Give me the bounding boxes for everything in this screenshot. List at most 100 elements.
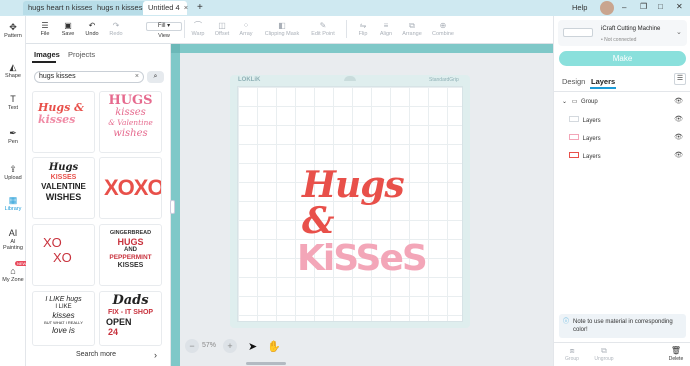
clipping-mask-button[interactable]: ◧ Clipping Mask bbox=[262, 21, 302, 37]
layer-row[interactable]: Layers bbox=[569, 134, 601, 142]
text-icon: T bbox=[10, 94, 16, 104]
rail-pattern[interactable]: ✥ Pattern bbox=[0, 22, 26, 39]
zoom-in-button[interactable]: + bbox=[223, 339, 237, 353]
fill-select[interactable]: Fill ▾ bbox=[146, 22, 182, 31]
zoom-level: 57% bbox=[202, 342, 217, 349]
maximize-icon[interactable]: □ bbox=[658, 2, 663, 11]
menu-icon: ☰ bbox=[41, 21, 49, 30]
horizontal-scrollbar[interactable] bbox=[246, 362, 286, 365]
machine-selector[interactable]: iCraft Cutting Machine • Not connected ⌄ bbox=[558, 20, 687, 46]
group-icon: ⧈ bbox=[569, 346, 575, 355]
title-bar: hugs heart n kisses hugs n kisses Untitl… bbox=[0, 0, 690, 16]
help-link[interactable]: Help bbox=[572, 3, 587, 12]
my-zone-icon: ⌂ bbox=[10, 266, 16, 276]
rail-shape[interactable]: ◭ Shape bbox=[0, 62, 26, 79]
view-button[interactable]: View bbox=[156, 33, 172, 39]
library-panel: Images Projects hugs kisses × ⌕ Hugs & ki… bbox=[26, 44, 171, 366]
visibility-eye-icon[interactable]: 👁 bbox=[674, 133, 683, 141]
restore-icon[interactable]: ❐ bbox=[640, 2, 647, 11]
avatar[interactable] bbox=[600, 1, 614, 15]
select-arrow-icon[interactable]: ➤ bbox=[248, 340, 257, 353]
arrange-icon: ⧉ bbox=[409, 21, 415, 30]
library-card[interactable]: Dads FIX - IT SHOP OPEN 24 bbox=[99, 291, 162, 346]
design-group[interactable]: Hugs & KiSSeS bbox=[297, 167, 428, 279]
rail-ai-painting[interactable]: AI AI Painting bbox=[0, 228, 26, 251]
tab-hugs-heart-n-kisses[interactable]: hugs heart n kisses bbox=[23, 1, 98, 15]
rail-my-zone[interactable]: ⌂ My Zone bbox=[0, 266, 26, 283]
tab-layers[interactable]: Layers bbox=[591, 77, 615, 86]
machine-name: iCraft Cutting Machine bbox=[601, 26, 661, 32]
left-rail: ✥ Pattern ◭ Shape T Text ✒ Pen ⇪ Upload ▦ Libr… bbox=[0, 16, 29, 366]
tab-untitled-4[interactable]: Untitled 4 × bbox=[143, 1, 188, 15]
delete-button[interactable]: 🗑 Delete bbox=[666, 346, 686, 362]
design-hugs-text[interactable]: Hugs & bbox=[297, 167, 417, 239]
minimize-icon[interactable]: – bbox=[622, 3, 626, 12]
visibility-eye-icon[interactable]: 👁 bbox=[674, 151, 683, 159]
design-kisses-text[interactable]: KiSSeS bbox=[297, 239, 428, 279]
chevron-down-icon: ⌄ bbox=[676, 29, 682, 36]
tab-hugs-n-kisses[interactable]: hugs n kisses bbox=[92, 1, 148, 15]
close-window-icon[interactable]: ✕ bbox=[676, 2, 683, 11]
tab-design[interactable]: Design bbox=[562, 77, 585, 86]
rail-text[interactable]: T Text bbox=[0, 94, 26, 111]
search-input[interactable]: hugs kisses × bbox=[34, 71, 144, 83]
library-card[interactable]: GINGERBREAD HUGS AND PEPPERMINT KISSES bbox=[99, 224, 162, 286]
layer-group-row[interactable]: ⌄ ▭ Group bbox=[562, 98, 598, 105]
rail-pen[interactable]: ✒ Pen bbox=[0, 128, 26, 145]
mat-handle bbox=[344, 76, 356, 81]
undo-button[interactable]: ↶ Undo bbox=[85, 21, 99, 37]
library-card[interactable]: Hugs & kisses bbox=[32, 91, 95, 153]
pan-hand-icon[interactable]: ✋ bbox=[267, 340, 281, 353]
library-card[interactable]: HUGS kisses & Valentine wishes bbox=[99, 91, 162, 153]
chevron-right-icon[interactable]: › bbox=[154, 346, 157, 364]
edit-point-button[interactable]: ✎ Edit Point bbox=[308, 21, 338, 37]
panel-collapse-handle[interactable] bbox=[170, 200, 175, 214]
tab-close-icon[interactable]: × bbox=[184, 3, 188, 12]
warp-button[interactable]: ⌒ Warp bbox=[190, 21, 206, 37]
redo-icon: ↷ bbox=[112, 21, 120, 30]
flip-icon: ⇋ bbox=[359, 21, 367, 30]
align-button[interactable]: ≡ Align bbox=[378, 21, 394, 37]
trash-icon: 🗑 bbox=[670, 346, 682, 355]
info-icon: ⓘ bbox=[563, 319, 570, 325]
upload-icon: ⇪ bbox=[9, 164, 17, 174]
save-button[interactable]: ▣ Save bbox=[61, 21, 75, 37]
arrange-button[interactable]: ⧉ Arrange bbox=[400, 21, 424, 37]
group-button[interactable]: ⧈ Group bbox=[562, 346, 582, 362]
tab-projects[interactable]: Projects bbox=[68, 50, 95, 59]
redo-button[interactable]: ↷ Redo bbox=[109, 21, 123, 37]
layer-row[interactable]: Layers bbox=[569, 116, 601, 124]
rail-library[interactable]: ▦ Library bbox=[0, 195, 26, 212]
search-more-bar[interactable]: Search more › bbox=[26, 346, 171, 364]
visibility-eye-icon[interactable]: 👁 bbox=[674, 97, 683, 105]
library-card[interactable]: I LIKE hugs I LIKE kisses BUT WHAT I REA… bbox=[32, 291, 95, 346]
undo-icon: ↶ bbox=[88, 21, 96, 30]
library-card[interactable]: XO XO bbox=[32, 224, 95, 286]
layer-actions: ⧈ Group ⧉ Ungroup 🗑 Delete bbox=[554, 342, 690, 366]
ruler-top bbox=[171, 44, 553, 53]
search-button[interactable]: ⌕ bbox=[147, 71, 164, 83]
search-more-link[interactable]: Search more bbox=[76, 346, 116, 364]
file-button[interactable]: ☰ File bbox=[38, 21, 52, 37]
clear-search-icon[interactable]: × bbox=[135, 72, 139, 82]
rail-upload[interactable]: ⇪ Upload bbox=[0, 164, 26, 181]
visibility-eye-icon[interactable]: 👁 bbox=[674, 115, 683, 123]
offset-button[interactable]: ◫ Offset bbox=[213, 21, 231, 37]
layer-options-icon[interactable]: ☰ bbox=[674, 73, 686, 85]
offset-icon: ◫ bbox=[218, 21, 226, 30]
tab-images[interactable]: Images bbox=[34, 50, 60, 59]
ruler-corner bbox=[171, 44, 180, 53]
array-button[interactable]: ⁘ Array bbox=[238, 21, 254, 37]
layer-row[interactable]: Layers bbox=[569, 152, 601, 160]
combine-button[interactable]: ⊕ Combine bbox=[430, 21, 456, 37]
ai-icon: AI bbox=[8, 228, 18, 238]
make-button[interactable]: Make bbox=[559, 51, 686, 66]
library-card[interactable]: Hugs KISSES VALENTINE WISHES bbox=[32, 157, 95, 219]
zoom-out-button[interactable]: − bbox=[185, 339, 199, 353]
save-icon: ▣ bbox=[64, 21, 72, 30]
flip-button[interactable]: ⇋ Flip bbox=[356, 21, 370, 37]
new-tab-button[interactable]: + bbox=[197, 0, 203, 15]
library-card[interactable]: XOXO bbox=[99, 157, 162, 219]
expand-chevron-icon[interactable]: ⌄ bbox=[562, 99, 567, 105]
ungroup-button[interactable]: ⧉ Ungroup bbox=[592, 346, 616, 362]
